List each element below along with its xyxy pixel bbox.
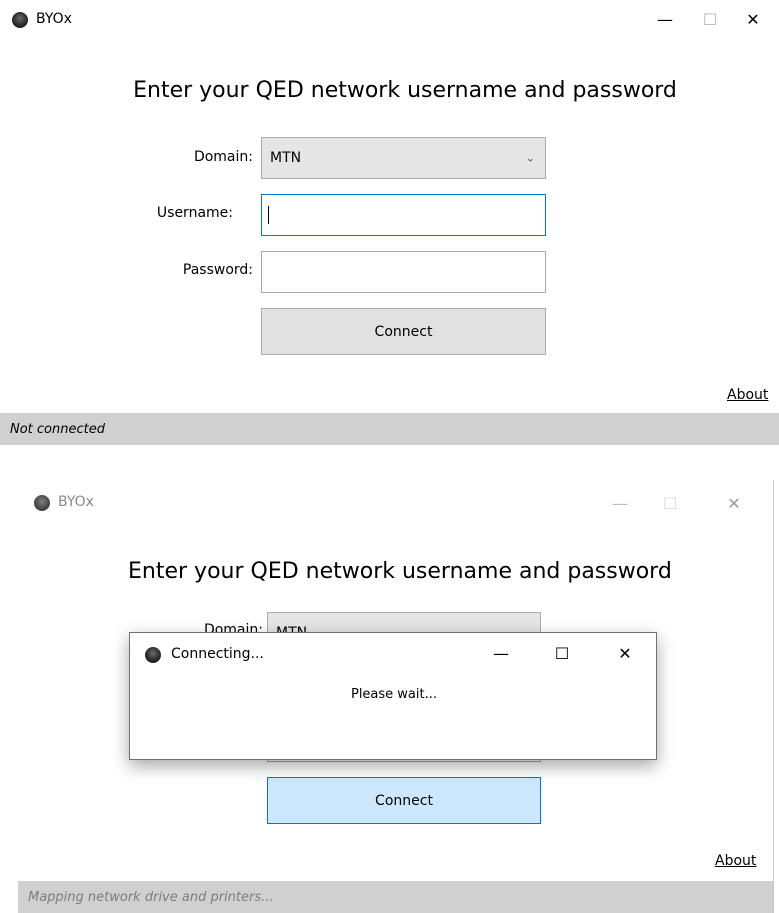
top-window: BYOx — ☐ ✕ Enter your QED network userna… <box>0 0 779 445</box>
top-password-label: Password: <box>182 262 253 278</box>
top-title-bar: BYOx — ☐ ✕ <box>0 0 779 40</box>
top-heading: Enter your QED network username and pass… <box>133 78 677 103</box>
top-domain-value: MTN <box>270 150 302 166</box>
top-connect-button[interactable]: Connect <box>261 308 546 355</box>
bottom-title-bar: BYOx — ☐ ✕ <box>18 480 773 525</box>
top-domain-select[interactable]: MTN ⌄ <box>261 137 546 179</box>
connecting-dialog: Connecting... — ☐ ✕ Please wait... <box>129 632 657 760</box>
bottom-maximize-button[interactable]: ☐ <box>660 496 680 512</box>
byox-logo-icon <box>34 495 50 511</box>
top-window-title: BYOx <box>36 11 72 27</box>
dialog-title: Connecting... <box>171 646 264 662</box>
bottom-heading: Enter your QED network username and pass… <box>128 559 672 584</box>
dialog-minimize-button[interactable]: — <box>491 646 511 662</box>
chevron-down-icon: ⌄ <box>525 151 535 165</box>
byox-logo-icon <box>145 647 161 663</box>
bottom-status-bar: Mapping network drive and printers... <box>18 881 773 913</box>
dialog-close-button[interactable]: ✕ <box>615 646 635 662</box>
bottom-window-title: BYOx <box>58 494 94 510</box>
top-close-button[interactable]: ✕ <box>743 12 763 28</box>
dialog-message: Please wait... <box>350 687 438 702</box>
bottom-close-button[interactable]: ✕ <box>724 496 744 512</box>
top-password-input[interactable] <box>261 251 546 293</box>
bottom-connect-button[interactable]: Connect <box>267 777 541 824</box>
dialog-maximize-button[interactable]: ☐ <box>552 646 572 662</box>
top-username-label: Username: <box>156 205 233 221</box>
top-status-bar: Not connected <box>0 413 779 445</box>
top-maximize-button[interactable]: ☐ <box>700 12 720 28</box>
bottom-about-link[interactable]: About <box>715 853 756 869</box>
top-minimize-button[interactable]: — <box>655 12 675 28</box>
top-about-link[interactable]: About <box>727 387 768 403</box>
bottom-minimize-button[interactable]: — <box>610 496 630 512</box>
byox-logo-icon <box>12 12 28 28</box>
top-username-input[interactable] <box>261 194 546 236</box>
top-domain-label: Domain: <box>193 149 253 165</box>
text-cursor <box>268 206 269 224</box>
